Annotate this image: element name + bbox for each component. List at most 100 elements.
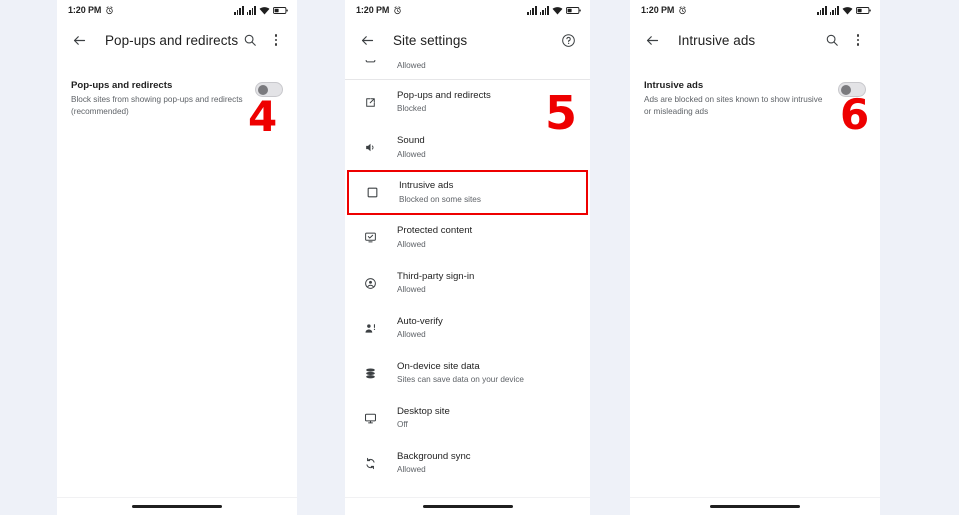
- screenshot-stage: 1:20 PM Pop-ups and redirects Pop-ups an…: [0, 0, 959, 515]
- alarm-icon: [106, 5, 114, 14]
- database-icon: [359, 362, 381, 384]
- list-item-title: Desktop site: [397, 405, 450, 417]
- status-bar-left: 1:20 PM: [356, 5, 402, 15]
- protected-content-icon: [359, 227, 381, 249]
- status-time: 1:20 PM: [68, 5, 102, 15]
- more-vertical-icon[interactable]: [846, 28, 870, 52]
- setting-toggle-row: Pop-ups and redirects Block sites from s…: [57, 60, 297, 117]
- status-bar: 1:20 PM: [630, 0, 880, 20]
- gesture-nav-bar: [345, 497, 590, 515]
- phone-panel-intrusive-ads: 1:20 PM Intrusive ads Intrusive ads Ads …: [630, 0, 880, 515]
- list-item-third-party-sign-in[interactable]: Third-party sign-in Allowed: [345, 261, 590, 306]
- popups-toggle-switch[interactable]: [255, 82, 283, 97]
- list-item-texts: Desktop site Off: [397, 406, 450, 431]
- monitor-icon: [359, 407, 381, 429]
- gesture-nav-pill[interactable]: [132, 504, 222, 509]
- list-item-background-sync[interactable]: Background sync Allowed: [345, 441, 590, 486]
- list-item-subtitle: Off: [397, 420, 408, 430]
- gesture-nav-bar: [630, 497, 880, 515]
- list-item-intrusive-ads[interactable]: Intrusive ads Blocked on some sites: [347, 170, 588, 216]
- back-arrow-icon[interactable]: [640, 28, 664, 52]
- gesture-nav-pill[interactable]: [710, 504, 800, 509]
- cellular-signal-icon: [829, 5, 839, 15]
- list-item-sound[interactable]: Sound Allowed: [345, 125, 590, 170]
- status-bar-right: [234, 5, 288, 15]
- list-item-title: Pop-ups and redirects: [397, 90, 491, 101]
- list-item-popups-and-redirects[interactable]: Pop-ups and redirects Blocked: [345, 80, 590, 125]
- setting-toggle-row: Intrusive ads Ads are blocked on sites k…: [630, 60, 880, 117]
- wifi-icon: [259, 6, 270, 15]
- wifi-icon: [552, 6, 563, 15]
- setting-description: Ads are blocked on sites known to show i…: [644, 94, 823, 116]
- status-time: 1:20 PM: [641, 5, 675, 15]
- back-arrow-icon[interactable]: [67, 28, 91, 52]
- cellular-signal-icon: [246, 5, 256, 15]
- status-bar: 1:20 PM: [57, 0, 297, 20]
- setting-description: Block sites from showing pop-ups and red…: [71, 94, 243, 116]
- help-circle-icon[interactable]: [556, 28, 580, 52]
- square-outline-icon: [361, 182, 383, 204]
- list-item-protected-content[interactable]: Protected content Allowed: [345, 215, 590, 260]
- list-item-auto-verify[interactable]: Auto-verify Allowed: [345, 306, 590, 351]
- list-item-partial[interactable]: Allowed: [345, 60, 590, 79]
- battery-icon: [856, 6, 871, 14]
- list-item-texts: Pop-ups and redirects Blocked: [397, 90, 491, 115]
- list-item-texts: Third-party sign-in Allowed: [397, 271, 474, 296]
- list-item-title: Background sync: [397, 451, 471, 462]
- list-item-subtitle: Allowed: [397, 465, 426, 475]
- status-bar-left: 1:20 PM: [68, 5, 114, 15]
- phone-panel-site-settings: 1:20 PM Site settings Allowed Pop-ups an…: [345, 0, 590, 515]
- more-vertical-icon[interactable]: [264, 28, 288, 52]
- status-bar-right: [817, 5, 871, 15]
- app-bar-actions: [238, 28, 288, 52]
- list-item-texts: Auto-verify Allowed: [397, 316, 443, 341]
- clipboard-icon: [359, 60, 381, 64]
- page-title: Site settings: [393, 32, 468, 48]
- list-item-texts: Protected content Allowed: [397, 225, 472, 250]
- list-item-title: Sound: [397, 135, 425, 147]
- back-arrow-icon[interactable]: [355, 28, 379, 52]
- wifi-icon: [842, 6, 853, 15]
- gesture-nav-pill[interactable]: [422, 504, 513, 509]
- page-title: Pop-ups and redirects: [105, 32, 239, 48]
- list-item-on-device-site-data[interactable]: On-device site data Sites can save data …: [345, 351, 590, 396]
- list-item-title: Protected content: [397, 225, 473, 237]
- account-circle-icon: [359, 272, 381, 294]
- list-item-subtitle: Sites can save data on your device: [397, 375, 524, 385]
- status-bar-left: 1:20 PM: [641, 5, 687, 15]
- cellular-signal-icon: [817, 5, 827, 15]
- phone-panel-popups-and-redirects: 1:20 PM Pop-ups and redirects Pop-ups an…: [57, 0, 297, 515]
- person-alert-icon: [359, 317, 381, 339]
- speaker-icon: [359, 137, 381, 159]
- list-item-subtitle: Allowed: [397, 239, 426, 249]
- app-bar: Pop-ups and redirects: [57, 20, 297, 60]
- list-item-subtitle: Blocked: [397, 104, 427, 114]
- setting-texts: Intrusive ads Ads are blocked on sites k…: [644, 80, 838, 117]
- list-item-desktop-site[interactable]: Desktop site Off: [345, 396, 590, 441]
- list-item-subtitle: Allowed: [397, 330, 426, 340]
- list-item-title: On-device site data: [397, 360, 480, 372]
- site-settings-list: Allowed Pop-ups and redirects Blocked So…: [345, 60, 590, 515]
- list-item-title: Auto-verify: [397, 315, 443, 327]
- alarm-icon: [679, 5, 687, 14]
- search-icon[interactable]: [238, 28, 262, 52]
- app-bar-actions: [820, 28, 870, 52]
- gesture-nav-bar: [57, 497, 297, 515]
- page-title: Intrusive ads: [678, 32, 756, 48]
- list-item-texts: Intrusive ads Blocked on some sites: [399, 180, 481, 205]
- list-item-texts: Background sync Allowed: [397, 451, 471, 476]
- intrusive-ads-toggle-switch[interactable]: [838, 82, 866, 97]
- list-item-title: Intrusive ads: [399, 180, 454, 192]
- sync-icon: [359, 453, 381, 475]
- list-item-title: Third-party sign-in: [397, 270, 475, 282]
- open-in-new-icon: [359, 92, 381, 114]
- battery-icon: [273, 6, 288, 14]
- alarm-icon: [394, 5, 402, 14]
- list-item-subtitle: Blocked on some sites: [399, 194, 481, 204]
- list-item-subtitle: Allowed: [397, 284, 426, 294]
- app-bar: Site settings: [345, 20, 590, 60]
- status-bar: 1:20 PM: [345, 0, 590, 20]
- search-icon[interactable]: [820, 28, 844, 52]
- status-time: 1:20 PM: [356, 5, 390, 15]
- cellular-signal-icon: [234, 5, 244, 15]
